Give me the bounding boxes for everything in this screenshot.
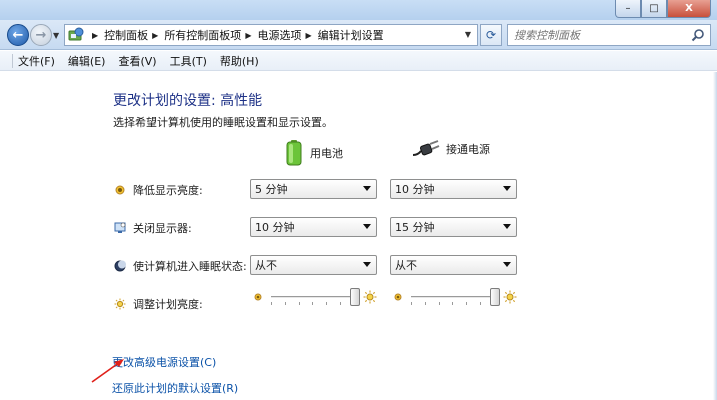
menu-file[interactable]: 文件(F) (18, 53, 55, 69)
sun-icon (114, 298, 126, 310)
sun-dim-icon (115, 185, 125, 195)
minimize-button[interactable]: – (615, 0, 641, 18)
slider-ticks (411, 302, 495, 305)
row-dim-display: 降低显示亮度: (114, 182, 203, 198)
breadcrumb-power-options[interactable]: 电源选项 ▶ (257, 27, 317, 43)
search-box[interactable] (507, 24, 711, 46)
sleep-plugged-select[interactable]: 从不 (390, 255, 517, 275)
annotation-arrow-icon (91, 359, 124, 383)
search-input[interactable] (514, 28, 684, 42)
slider-track (411, 296, 495, 299)
turn-off-display-battery-select[interactable]: 10 分钟 (250, 217, 377, 237)
chevron-down-icon (363, 224, 371, 229)
back-button[interactable]: ← (7, 24, 29, 46)
sun-dim-icon (394, 293, 402, 301)
dim-display-plugged-value: 10 分钟 (395, 183, 435, 196)
battery-icon (286, 140, 302, 166)
chevron-down-icon (503, 224, 511, 229)
column-plugged-label: 接通电源 (446, 143, 490, 156)
row-turn-off-display: 关闭显示器: (114, 220, 192, 236)
sleep-plugged-value: 从不 (395, 259, 417, 272)
refresh-icon: ⟳ (485, 28, 497, 42)
breadcrumb-edit-plan[interactable]: 编辑计划设置 (318, 27, 384, 43)
row-sleep: 使计算机进入睡眠状态: (114, 258, 247, 274)
sun-icon (503, 290, 517, 304)
chevron-down-icon (503, 262, 511, 267)
brightness-label: 调整计划亮度: (133, 298, 203, 311)
menu-edit[interactable]: 编辑(E) (68, 53, 106, 69)
moon-icon (114, 260, 126, 272)
slider-thumb[interactable] (350, 288, 360, 306)
sun-dim-icon (254, 293, 262, 301)
turn-off-display-label: 关闭显示器: (133, 222, 192, 235)
slider-track (271, 296, 355, 299)
menu-help[interactable]: 帮助(H) (220, 53, 259, 69)
dim-display-battery-select[interactable]: 5 分钟 (250, 179, 377, 199)
chevron-down-icon (363, 186, 371, 191)
window-controls: – □ X (615, 0, 711, 18)
slider-thumb[interactable] (490, 288, 500, 306)
navigation-bar: ← → ▼ ▶ 控制面板 ▶ 所有控制面板项 ▶ 电源选项 ▶ 编辑计划设置 ▼ ⟳ (0, 20, 717, 50)
forward-arrow-icon: → (35, 27, 47, 43)
breadcrumb-all-items[interactable]: 所有控制面板项 ▶ (164, 27, 257, 43)
column-battery: 用电池 (286, 140, 343, 166)
history-dropdown-icon[interactable]: ▼ (53, 31, 59, 40)
page-title: 更改计划的设置: 高性能 (113, 93, 263, 109)
close-button[interactable]: X (667, 0, 711, 18)
refresh-button[interactable]: ⟳ (480, 24, 502, 46)
window-right-edge (713, 72, 717, 400)
title-bar: – □ X (0, 0, 717, 20)
breadcrumb-control-panel[interactable]: 控制面板 ▶ (104, 27, 164, 43)
turn-off-display-plugged-select[interactable]: 15 分钟 (390, 217, 517, 237)
dim-display-label: 降低显示亮度: (133, 184, 203, 197)
page-description: 选择希望计算机使用的睡眠设置和显示设置。 (113, 116, 333, 129)
dim-display-battery-value: 5 分钟 (255, 183, 288, 196)
maximize-button[interactable]: □ (641, 0, 667, 18)
sleep-battery-select[interactable]: 从不 (250, 255, 377, 275)
sleep-battery-value: 从不 (255, 259, 277, 272)
chevron-down-icon (503, 186, 511, 191)
control-panel-icon (68, 27, 84, 41)
turn-off-display-plugged-value: 15 分钟 (395, 221, 435, 234)
restore-defaults-link[interactable]: 还原此计划的默认设置(R) (112, 380, 238, 396)
forward-button[interactable]: → (30, 24, 52, 46)
brightness-battery-slider[interactable] (271, 288, 360, 308)
chevron-down-icon (363, 262, 371, 267)
brightness-plugged-slider[interactable] (411, 288, 500, 308)
menu-divider (12, 53, 13, 68)
dim-display-plugged-select[interactable]: 10 分钟 (390, 179, 517, 199)
address-dropdown-icon[interactable]: ▼ (465, 30, 471, 39)
search-icon[interactable] (691, 28, 705, 42)
menu-view[interactable]: 查看(V) (118, 53, 156, 69)
column-battery-label: 用电池 (310, 147, 343, 160)
row-brightness: 调整计划亮度: (114, 296, 203, 312)
menu-bar: 文件(F) 编辑(E) 查看(V) 工具(T) 帮助(H) (0, 51, 717, 71)
column-plugged: 接通电源 (412, 140, 490, 158)
back-arrow-icon: ← (12, 27, 24, 43)
turn-off-display-battery-value: 10 分钟 (255, 221, 295, 234)
slider-ticks (271, 302, 355, 305)
address-bar[interactable]: ▶ 控制面板 ▶ 所有控制面板项 ▶ 电源选项 ▶ 编辑计划设置 ▼ (64, 24, 478, 46)
menu-tools[interactable]: 工具(T) (170, 53, 207, 69)
breadcrumb-root-chevron[interactable]: ▶ (88, 31, 104, 40)
power-plug-icon (412, 140, 440, 156)
monitor-icon (114, 222, 126, 233)
sun-icon (363, 290, 377, 304)
sleep-label: 使计算机进入睡眠状态: (133, 260, 247, 273)
content-area: 更改计划的设置: 高性能 选择希望计算机使用的睡眠设置和显示设置。 用电池 接通… (0, 72, 717, 400)
